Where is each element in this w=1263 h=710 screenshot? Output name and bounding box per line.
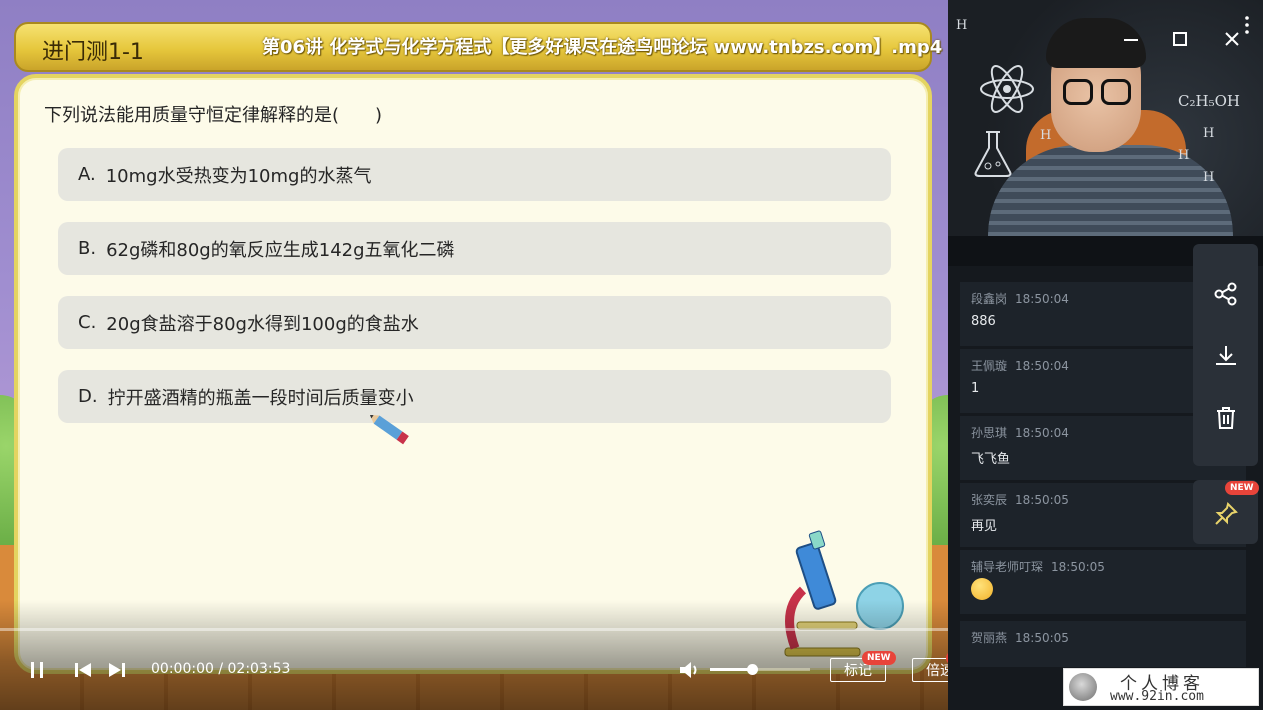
lesson-label: 进门测1-1 [42, 40, 144, 65]
chat-message: 贺丽燕 18:50:05 [960, 621, 1246, 667]
maximize-icon[interactable] [1171, 30, 1189, 48]
chat-time: 18:50:05 [1015, 493, 1069, 507]
download-icon [1215, 346, 1236, 365]
chat-time: 18:50:04 [1015, 292, 1069, 306]
close-icon[interactable] [1223, 30, 1241, 48]
video-file-title: 第06讲 化学式与化学方程式【更多好课尽在途鸟吧论坛 www.tnbzs.com… [262, 37, 943, 58]
emoji-icon [971, 578, 993, 600]
option-letter: B. [78, 238, 97, 259]
delete-icon [1216, 407, 1235, 429]
controls-overlay [0, 600, 948, 710]
formula-text: C₂H₅OH [1178, 92, 1240, 110]
volume-slider-fill [710, 668, 752, 671]
chat-time: 18:50:04 [1015, 359, 1069, 373]
chat-message: 辅导老师叮琛 18:50:05 [960, 550, 1246, 614]
video-player[interactable]: 进门测1-1 第06讲 化学式与化学方程式【更多好课尽在途鸟吧论坛 www.tn… [0, 0, 948, 710]
chat-text: 886 [971, 314, 996, 329]
chat-sender: 孙思琪 [971, 426, 1008, 440]
chat-time: 18:50:04 [1015, 426, 1069, 440]
option-letter: A. [78, 164, 96, 185]
share-button[interactable] [1193, 262, 1258, 326]
option-text: 拧开盛酒精的瓶盖一段时间后质量变小 [107, 387, 414, 409]
mark-new-badge: NEW [862, 651, 896, 665]
hydrogen-label: H [1178, 148, 1190, 163]
playback-time: 00:00:00 / 02:03:53 [151, 661, 290, 677]
volume-slider-handle[interactable] [747, 664, 758, 675]
option-letter: D. [78, 386, 98, 407]
option-b: B. 62g磷和80g的氧反应生成142g五氧化二磷 [58, 222, 891, 275]
total-time: 02:03:53 [227, 661, 291, 677]
pause-icon[interactable] [28, 660, 46, 680]
more-options-icon[interactable] [1242, 14, 1252, 36]
option-text: 20g食盐溶于80g水得到100g的食盐水 [106, 313, 419, 335]
hydrogen-label: H [1040, 128, 1052, 143]
option-text: 10mg水受热变为10mg的水蒸气 [105, 165, 372, 187]
chat-time: 18:50:05 [1051, 560, 1105, 574]
hydrogen-label: H [956, 18, 968, 33]
question-text: 下列说法能用质量守恒定律解释的是( ) [44, 105, 383, 126]
pin-icon [1214, 502, 1238, 525]
minimize-icon[interactable] [1122, 30, 1140, 48]
chat-text: 1 [971, 381, 980, 396]
chat-sender: 张奕辰 [971, 493, 1008, 507]
chat-sender: 贺丽燕 [971, 631, 1008, 645]
option-letter: C. [78, 312, 97, 333]
current-time: 00:00:00 [151, 661, 214, 677]
watermark-url: www.92in.com [1110, 689, 1204, 704]
chat-text: 再见 [971, 519, 998, 534]
next-icon[interactable] [107, 660, 127, 680]
delete-button[interactable] [1193, 386, 1258, 450]
option-text: 62g磷和80g的氧反应生成142g五氧化二磷 [106, 239, 455, 261]
download-button[interactable] [1193, 324, 1258, 388]
option-d: D. 拧开盛酒精的瓶盖一段时间后质量变小 [58, 370, 891, 423]
flask-icon [974, 131, 1012, 177]
glasses-right-lens [1101, 79, 1131, 105]
time-separator: / [213, 661, 228, 677]
blog-logo-icon [1069, 673, 1097, 701]
previous-icon[interactable] [73, 660, 93, 680]
chat-sender: 王佩璇 [971, 359, 1008, 373]
chat-sender: 段鑫岗 [971, 292, 1008, 306]
volume-icon[interactable] [677, 658, 701, 682]
option-c: C. 20g食盐溶于80g水得到100g的食盐水 [58, 296, 891, 349]
share-icon [1214, 282, 1236, 306]
atom-icon [980, 65, 1034, 113]
option-a: A. 10mg水受热变为10mg的水蒸气 [58, 148, 891, 201]
hydrogen-label: H [1203, 126, 1215, 141]
pin-new-badge: NEW [1225, 481, 1259, 495]
chat-time: 18:50:05 [1015, 631, 1069, 645]
chat-sender: 辅导老师叮琛 [971, 560, 1044, 574]
glasses-left-lens [1063, 79, 1093, 105]
teacher-webcam: C₂H₅OH H H H H H [948, 0, 1263, 236]
chat-text: 飞飞鱼 [971, 452, 1011, 467]
hydrogen-label: H [1203, 170, 1215, 185]
